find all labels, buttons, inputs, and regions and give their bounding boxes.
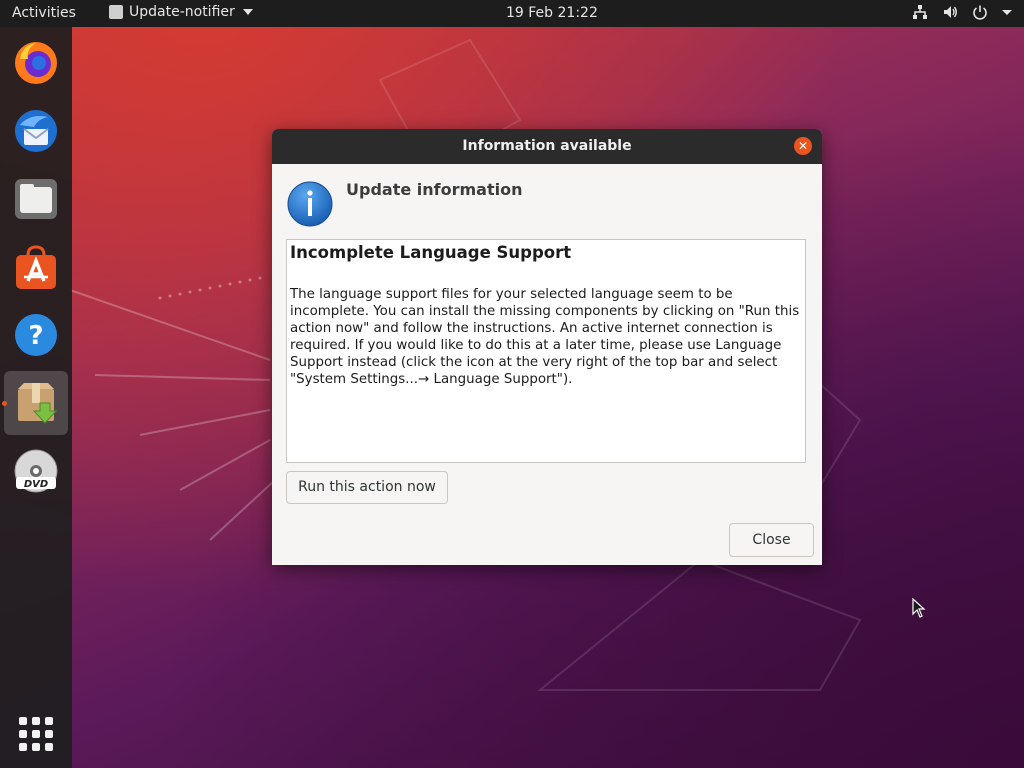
volume-icon: [944, 6, 957, 18]
dock: ? DVD: [0, 27, 72, 768]
info-icon: [287, 181, 333, 227]
firefox-icon: [15, 42, 57, 84]
activities-button[interactable]: Activities: [12, 5, 76, 21]
dock-item-firefox[interactable]: [4, 31, 68, 95]
chevron-down-icon: [1002, 10, 1012, 15]
info-text-area[interactable]: Incomplete Language Support The language…: [286, 239, 806, 463]
power-icon: [973, 5, 987, 20]
content-body: The language support files for your sele…: [290, 287, 800, 387]
close-button[interactable]: Close: [729, 523, 814, 557]
help-icon: ?: [15, 314, 57, 356]
mouse-pointer-icon: [912, 598, 926, 618]
information-dialog: Information available ✕ Update informati…: [272, 129, 822, 565]
app-menu-icon: [109, 5, 123, 19]
close-icon[interactable]: ✕: [794, 137, 812, 155]
dock-item-dvd[interactable]: DVD: [4, 439, 68, 503]
dock-item-thunderbird[interactable]: [4, 99, 68, 163]
dvd-icon: DVD: [14, 449, 58, 493]
software-center-icon: [16, 245, 56, 289]
dialog-heading: Update information: [346, 180, 523, 199]
dialog-title: Information available: [462, 138, 632, 154]
dock-item-update-notifier[interactable]: [4, 371, 68, 435]
dock-item-software[interactable]: [4, 235, 68, 299]
show-apps-icon[interactable]: [19, 717, 53, 751]
content-title: Incomplete Language Support: [290, 243, 572, 262]
svg-text:?: ?: [28, 321, 43, 351]
network-icon: [913, 5, 927, 19]
svg-text:DVD: DVD: [24, 479, 48, 490]
dock-item-help[interactable]: ?: [4, 303, 68, 367]
dock-item-files[interactable]: [4, 167, 68, 231]
app-menu-label: Update-notifier: [129, 4, 235, 20]
clock[interactable]: 19 Feb 21:22: [506, 5, 598, 21]
files-icon: [15, 179, 57, 219]
running-indicator: [2, 401, 7, 406]
chevron-down-icon: [242, 9, 253, 15]
dialog-titlebar[interactable]: Information available ✕: [272, 129, 822, 164]
system-tray[interactable]: [912, 4, 1012, 20]
app-menu[interactable]: Update-notifier: [109, 4, 253, 20]
update-notifier-icon: [18, 383, 58, 424]
top-bar: Activities Update-notifier 19 Feb 21:22: [0, 0, 1024, 27]
thunderbird-icon: [15, 110, 57, 152]
run-action-button[interactable]: Run this action now: [286, 471, 448, 504]
